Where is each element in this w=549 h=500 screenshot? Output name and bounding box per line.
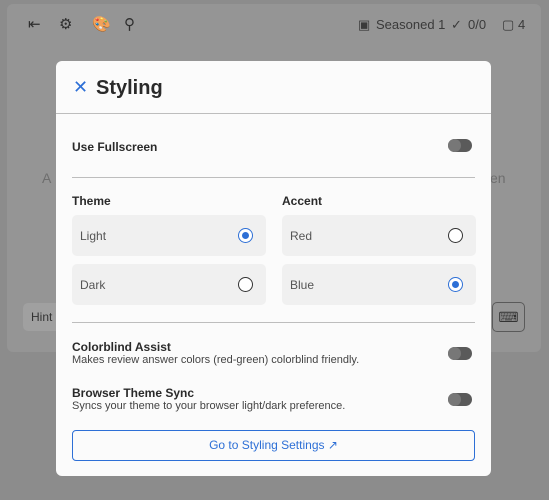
option-label: Blue [290, 278, 315, 292]
close-icon[interactable]: ✕ [73, 77, 88, 98]
fullscreen-label: Use Fullscreen [72, 140, 158, 154]
colorblind-toggle[interactable] [448, 347, 472, 360]
button-label: Go to Styling Settings [209, 438, 325, 452]
radio-selected[interactable] [448, 277, 463, 292]
sync-toggle[interactable] [448, 393, 472, 406]
external-link-icon: ↗ [327, 438, 338, 452]
keyboard-icon: ⌨ [498, 309, 519, 325]
option-label: Dark [80, 278, 106, 292]
seasoned-count: Seasoned 1 [376, 17, 446, 32]
sync-description: Syncs your theme to your browser light/d… [72, 400, 346, 412]
radio-unselected[interactable] [238, 277, 253, 292]
colorblind-description: Makes review answer colors (red-green) c… [72, 354, 360, 366]
card-text-left: A [42, 170, 52, 186]
top-bar: ⇤ ⚙ 🎨 ⚲ ▣ Seasoned 1 ✓ 0/0 ▢ 4 [0, 0, 549, 50]
accent-option-blue[interactable]: Blue [282, 264, 476, 305]
cards-count: 4 [518, 17, 526, 32]
theme-option-light[interactable]: Light [72, 215, 266, 256]
colorblind-label: Colorblind Assist [72, 340, 171, 354]
sync-label: Browser Theme Sync [72, 386, 195, 400]
styling-modal: ✕ Styling Use Fullscreen Theme Accent Li… [56, 61, 491, 476]
accent-option-red[interactable]: Red [282, 215, 476, 256]
divider [72, 177, 475, 178]
check-icon: ✓ [451, 17, 462, 32]
card-text-right: en [490, 170, 506, 186]
inbox-icon: ▢ [502, 17, 515, 32]
done-count: 0/0 [468, 17, 487, 32]
keyboard-button[interactable]: ⌨ [492, 302, 525, 332]
theme-label: Theme [72, 194, 111, 208]
radio-unselected[interactable] [448, 228, 463, 243]
gear-icon[interactable]: ⚙ [59, 15, 72, 33]
theme-option-dark[interactable]: Dark [72, 264, 266, 305]
option-label: Red [290, 229, 313, 243]
radio-selected[interactable] [238, 228, 253, 243]
accent-label: Accent [282, 194, 323, 208]
search-icon[interactable]: ⚲ [124, 15, 135, 33]
styling-settings-button[interactable]: Go to Styling Settings ↗ [72, 430, 475, 461]
palette-icon[interactable]: 🎨 [92, 15, 111, 33]
divider [72, 322, 475, 323]
fullscreen-toggle[interactable] [448, 139, 472, 152]
seasoned-icon: ▣ [358, 17, 371, 32]
divider [56, 113, 491, 114]
option-label: Light [80, 229, 107, 243]
modal-title: Styling [96, 77, 163, 99]
exit-icon[interactable]: ⇤ [28, 15, 41, 33]
